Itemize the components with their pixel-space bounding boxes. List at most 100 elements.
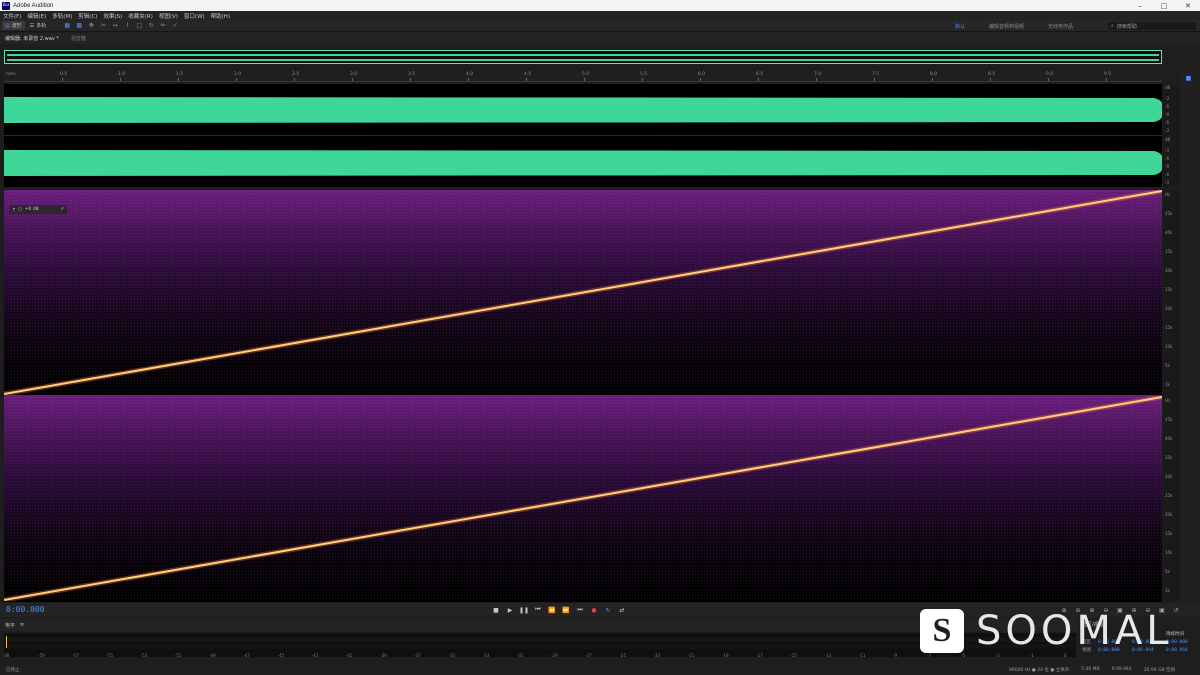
- ruler-tick-label: 3.0: [350, 72, 358, 77]
- ruler-tick-mark: [526, 78, 527, 81]
- volume-knob-icon[interactable]: ○: [18, 207, 22, 212]
- fast-forward-icon[interactable]: ⏩: [559, 605, 573, 615]
- skip-selection-icon[interactable]: ⇄: [615, 605, 629, 615]
- stop-icon[interactable]: ■: [489, 605, 503, 615]
- level-tick-label: -29: [551, 653, 558, 658]
- time-ruler[interactable]: hms 0.5 1.0 1.5 2.0 2.5 3.0 3.5 4.0 4.5 5.0 5.5 6.0…: [4, 72, 1162, 82]
- level-tick-label: -53: [140, 653, 148, 658]
- level-tick-label: -47: [243, 653, 250, 658]
- move-tool-icon[interactable]: ✥: [87, 22, 95, 30]
- ruler-tick-label: 5.0: [582, 72, 590, 77]
- waveform-view-button[interactable]: ▤ 波形: [2, 21, 25, 30]
- hz-tick-label: 30k: [1165, 474, 1173, 479]
- loop-icon[interactable]: ↻: [601, 605, 615, 615]
- multitrack-view-button[interactable]: ☰ 多轨: [27, 21, 50, 30]
- brush-selection-icon[interactable]: ✏: [159, 22, 167, 30]
- panel-menu-icon[interactable]: ≡: [20, 622, 24, 628]
- audition-app-icon: Au: [2, 1, 10, 10]
- db-tick: -3: [1165, 96, 1169, 101]
- level-tick-label: -49: [209, 653, 216, 658]
- hz-tick-label: Hz: [1165, 192, 1171, 197]
- time-selection-icon[interactable]: I: [123, 22, 131, 30]
- workspace-radio[interactable]: 无线电作品: [1048, 23, 1073, 30]
- waveform-display[interactable]: [4, 84, 1162, 187]
- record-icon[interactable]: ●: [587, 605, 601, 615]
- skip-forward-icon[interactable]: ⏭: [573, 605, 587, 615]
- ruler-tick-label: 2.5: [292, 72, 300, 77]
- level-tick-label: -31: [516, 653, 524, 658]
- tab-editor[interactable]: 编辑器: 未录音 2.wav *: [5, 35, 59, 42]
- ruler-tick-label: 4.0: [466, 72, 474, 77]
- level-tick-label: -33: [482, 653, 490, 658]
- spectral-pitch-icon[interactable]: ▩: [75, 22, 83, 30]
- ruler-tick-label: 0.5: [60, 72, 68, 77]
- level-tick-label: -59: [38, 653, 45, 658]
- workspace-default[interactable]: 默认: [955, 23, 965, 30]
- razor-tool-icon[interactable]: ✂: [99, 22, 107, 30]
- ruler-tick-label: 7.5: [872, 72, 880, 77]
- level-tick-label: -11: [858, 653, 866, 658]
- level-scale: dB -59 -57 -55 -53 -51 -49 -47 -45 -43 -41 -39 -37 -3…: [4, 653, 1076, 658]
- spectral-channel-right: [4, 396, 1162, 601]
- slip-tool-icon[interactable]: ↔: [111, 22, 119, 30]
- hz-tick-label: 15k: [1165, 325, 1173, 330]
- soomal-watermark: S SOOMAL: [920, 607, 1173, 655]
- close-icon[interactable]: ✕: [1176, 0, 1200, 11]
- db-tick: -3: [1165, 148, 1169, 153]
- current-time-display[interactable]: 0:00.000: [6, 605, 45, 614]
- play-icon[interactable]: ▶: [503, 605, 517, 615]
- search-help-input[interactable]: ⌕ 搜索帮助: [1108, 22, 1196, 30]
- lasso-selection-icon[interactable]: ↻: [147, 22, 155, 30]
- status-duration: 0:09.944: [1111, 667, 1132, 672]
- vertical-zoom-strip[interactable]: ■: [1180, 72, 1198, 602]
- hz-tick-label: 45k: [1165, 417, 1173, 422]
- menu-help[interactable]: 帮助(H): [211, 12, 230, 20]
- ruler-tick-mark: [932, 78, 933, 81]
- spectral-display-icon[interactable]: ▦: [63, 22, 71, 30]
- hz-tick-label: Hz: [1165, 398, 1171, 403]
- menu-multitrack[interactable]: 多轨(M): [52, 12, 72, 20]
- hud-drag-icon: ┍: [12, 207, 15, 212]
- db-tick: -6: [1165, 172, 1169, 177]
- workspace-audio-to-video[interactable]: 编辑音频到视频: [989, 23, 1024, 30]
- maximize-icon[interactable]: □: [1152, 0, 1176, 11]
- menu-file[interactable]: 文件(F): [3, 12, 21, 20]
- skip-back-icon[interactable]: ⏮: [531, 605, 545, 615]
- level-tick-label: -45: [277, 653, 285, 658]
- menu-effects[interactable]: 效果(S): [103, 12, 122, 20]
- ruler-start-label: hms: [6, 72, 16, 77]
- ruler-tick-label: 6.0: [698, 72, 706, 77]
- hz-tick-label: 1k: [1165, 588, 1170, 593]
- menu-clip[interactable]: 剪辑(C): [78, 12, 97, 20]
- spectral-display[interactable]: ┍ ○ +0 dB ➚: [4, 190, 1162, 602]
- vertical-zoom-icon[interactable]: ■: [1184, 74, 1193, 82]
- marquee-selection-icon[interactable]: □: [135, 22, 143, 30]
- ruler-tick-label: 9.0: [1046, 72, 1054, 77]
- hud-gain-value[interactable]: +0 dB: [25, 207, 39, 212]
- menu-favorites[interactable]: 收藏夹(R): [128, 12, 153, 20]
- menu-view[interactable]: 视图(V): [159, 12, 178, 20]
- minimize-icon[interactable]: –: [1128, 0, 1152, 11]
- status-free-space: 30.94 GB 空闲: [1143, 668, 1176, 673]
- ruler-tick-mark: [874, 78, 875, 81]
- status-size: 5.46 MB: [1081, 667, 1100, 672]
- tab-levels[interactable]: 电平: [5, 622, 15, 629]
- rewind-icon[interactable]: ⏪: [545, 605, 559, 615]
- hz-tick-label: 35k: [1165, 249, 1173, 254]
- overview-strip[interactable]: [4, 50, 1162, 64]
- level-tick-label: -43: [311, 653, 319, 658]
- wave-channel-left: [4, 97, 1162, 123]
- level-tick-label: -9: [893, 653, 898, 658]
- menu-edit[interactable]: 编辑(E): [27, 12, 46, 20]
- hud-panel[interactable]: ┍ ○ +0 dB ➚: [9, 205, 67, 214]
- level-tick-label: -25: [619, 653, 627, 658]
- multitrack-label: 多轨: [36, 23, 47, 29]
- hud-pin-icon[interactable]: ➚: [60, 207, 64, 212]
- pause-icon[interactable]: ❚❚: [517, 605, 531, 615]
- level-tick-label: -35: [448, 653, 456, 658]
- tab-mixer[interactable]: 混音器: [71, 35, 86, 42]
- spot-healing-icon[interactable]: ✓: [171, 22, 179, 30]
- ruler-tick-label: 4.5: [524, 72, 532, 77]
- ruler-tick-mark: [758, 78, 759, 81]
- menu-window[interactable]: 窗口(W): [184, 12, 205, 20]
